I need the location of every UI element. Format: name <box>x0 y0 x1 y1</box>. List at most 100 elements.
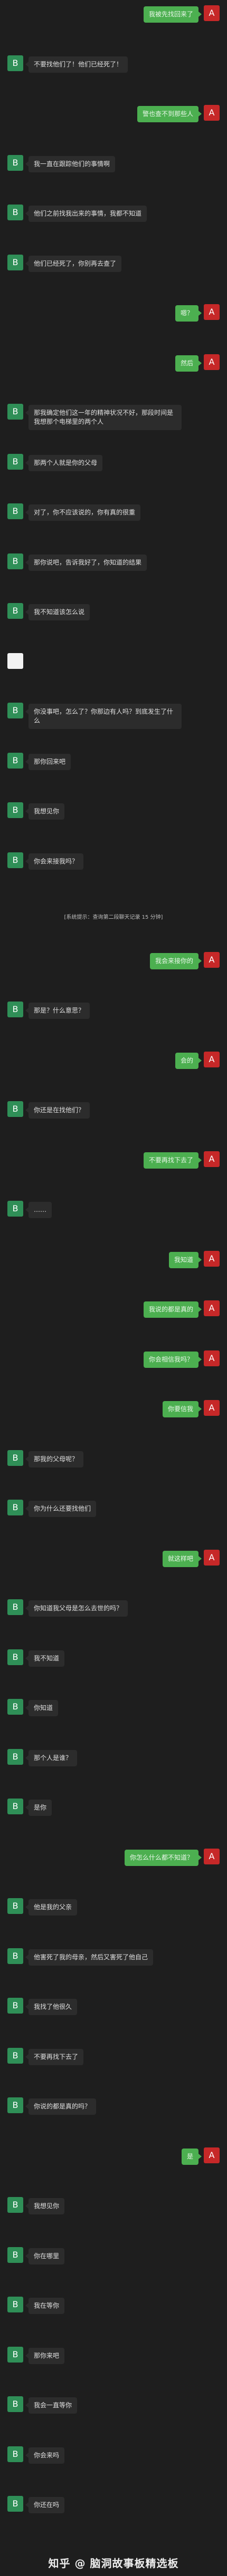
message-bubble-b[interactable]: …… <box>25 1202 52 1218</box>
message-bubble-a[interactable]: 是 <box>181 2149 202 2165</box>
message-bubble-b[interactable]: 那是？什么意思？ <box>25 1003 90 1019</box>
avatar-b[interactable]: B <box>7 55 23 71</box>
avatar-b[interactable]: B <box>7 1749 23 1765</box>
message-bubble-a[interactable]: 你怎么什么都不知道？ <box>124 1850 202 1866</box>
avatar-b[interactable]: B <box>7 2297 23 2312</box>
avatar-b[interactable]: B <box>7 2197 23 2213</box>
message-bubble-b[interactable]: 你还在吗 <box>25 2497 65 2513</box>
avatar-b[interactable] <box>7 653 23 669</box>
message-bubble-b[interactable]: 是你 <box>25 1800 52 1816</box>
message-bubble-a[interactable]: 就这样吧 <box>162 1551 202 1567</box>
avatar-b[interactable]: B <box>7 1649 23 1665</box>
avatar-b[interactable]: B <box>7 1799 23 1814</box>
message-bubble-b[interactable]: 我在等你 <box>25 2298 65 2314</box>
message-bubble-b[interactable]: 我不知道 <box>25 1650 65 1667</box>
avatar-a[interactable]: A <box>204 1300 220 1316</box>
avatar-b[interactable]: B <box>7 1002 23 1017</box>
message-bubble-b[interactable]: 我想见你 <box>25 2198 65 2214</box>
message-bubble-b[interactable]: 你知道我父母是怎么去世的吗？ <box>25 1600 128 1617</box>
message-bubble-b[interactable]: 你为什么还要找他们 <box>25 1501 97 1517</box>
message-bubble-b[interactable]: 那你来吧 <box>25 2348 65 2364</box>
avatar-b[interactable]: B <box>7 503 23 519</box>
system-notice-text: [系统提示：查询第二段聊天记录 15 分钟] <box>64 915 163 920</box>
message-bubble-a[interactable]: 会的 <box>175 1053 202 1069</box>
message-bubble-b[interactable]: 你没事吧，怎么了？你那边有人吗？到底发生了什么 <box>25 704 182 729</box>
message-bubble-b[interactable]: 那我的父母呢？ <box>25 1451 84 1467</box>
avatar-b[interactable]: B <box>7 255 23 270</box>
message-bubble-b[interactable]: 你还是在找他们？ <box>25 1102 90 1119</box>
avatar-b[interactable]: B <box>7 603 23 619</box>
message-bubble-b[interactable]: 你会来吗 <box>25 2447 65 2464</box>
avatar-a[interactable]: A <box>204 1251 220 1267</box>
message-bubble-a[interactable]: 我说的都是真的 <box>143 1301 202 1318</box>
message-bubble-b[interactable]: 我会一直等你 <box>25 2397 78 2414</box>
message-bubble-a[interactable]: 不要再找下去了 <box>143 1152 202 1169</box>
avatar-b[interactable]: B <box>7 802 23 818</box>
message-bubble-a[interactable]: 我被先找回来了 <box>143 6 202 23</box>
avatar-b[interactable]: B <box>7 553 23 569</box>
avatar-b[interactable]: B <box>7 2496 23 2512</box>
avatar-b[interactable]: B <box>7 155 23 171</box>
avatar-b[interactable]: B <box>7 2097 23 2113</box>
message-bubble-b[interactable]: 他是我的父亲 <box>25 1899 78 1916</box>
avatar-a[interactable]: A <box>204 1052 220 1067</box>
avatar-a[interactable]: A <box>204 354 220 370</box>
avatar-b[interactable]: B <box>7 1898 23 1914</box>
message-bubble-a[interactable]: 你会相信我吗？ <box>143 1352 202 1368</box>
avatar-a[interactable]: A <box>204 1350 220 1366</box>
message-bubble-b[interactable]: 那我确定他们这一年的精神状况不好，那段时间是我想那个电梯里的两个人 <box>25 405 182 430</box>
avatar-b[interactable]: B <box>7 404 23 420</box>
avatar-a[interactable]: A <box>204 952 220 968</box>
avatar-b[interactable]: B <box>7 2247 23 2263</box>
avatar-b[interactable]: B <box>7 1948 23 1964</box>
avatar-b[interactable]: B <box>7 852 23 868</box>
message-bubble-b[interactable]: 那你回来吧 <box>25 754 71 770</box>
avatar-b[interactable]: B <box>7 1500 23 1515</box>
avatar-a[interactable]: A <box>204 304 220 320</box>
avatar-a[interactable]: A <box>204 1849 220 1864</box>
message-bubble-b[interactable]: 不要再找下去了 <box>25 2049 84 2065</box>
message-bubble-b[interactable]: 那个人是谁？ <box>25 1750 78 1766</box>
avatar-a[interactable]: A <box>204 5 220 21</box>
message-bubble-b[interactable]: 你说的都是真的吗？ <box>25 2098 97 2115</box>
avatar-b[interactable]: B <box>7 2048 23 2064</box>
avatar-b[interactable]: B <box>7 1201 23 1217</box>
avatar-a[interactable]: A <box>204 1400 220 1416</box>
avatar-b[interactable]: B <box>7 1450 23 1466</box>
message-bubble-b[interactable]: 他们已经死了，你别再去查了 <box>25 256 122 272</box>
avatar-b[interactable]: B <box>7 205 23 220</box>
avatar-a[interactable]: A <box>204 1550 220 1566</box>
message-bubble-b[interactable]: 你知道 <box>25 1700 59 1716</box>
avatar-a[interactable]: A <box>204 2147 220 2163</box>
message-bubble-a[interactable]: 我知道 <box>168 1252 202 1268</box>
avatar-b[interactable]: B <box>7 703 23 718</box>
message-bubble-b[interactable]: 我想见你 <box>25 803 65 820</box>
message-bubble-b[interactable]: 你会来接我吗？ <box>25 853 84 870</box>
message-bubble-b[interactable]: 不要找他们了！他们已经死了！ <box>25 56 128 73</box>
message-bubble-b[interactable]: 我不知道该怎么说 <box>25 604 90 620</box>
avatar-b[interactable]: B <box>7 1998 23 2014</box>
avatar-b[interactable]: B <box>7 1599 23 1615</box>
message-bubble-b[interactable]: 他害死了我的母亲，然后又害死了他自己 <box>25 1949 154 1966</box>
avatar-b[interactable]: B <box>7 1699 23 1715</box>
message-bubble-b[interactable]: 你在哪里 <box>25 2248 65 2264</box>
avatar-b[interactable]: B <box>7 2446 23 2462</box>
avatar-b[interactable]: B <box>7 454 23 470</box>
message-bubble-b[interactable]: 那你说吧，告诉我好了，你知道的结果 <box>25 555 147 571</box>
message-bubble-a[interactable]: 你要信我 <box>162 1401 202 1417</box>
message-bubble-a[interactable]: 警也查不到那些人 <box>137 106 202 122</box>
message-bubble-b[interactable]: 我找了他很久 <box>25 1999 78 2015</box>
message-bubble-b[interactable]: 对了，你不应该说的，你有真的很重 <box>25 504 141 521</box>
avatar-a[interactable]: A <box>204 105 220 121</box>
message-bubble-b[interactable]: 他们之前找我出来的事情，我都不知道 <box>25 206 147 222</box>
message-bubble-a[interactable]: 然后 <box>175 355 202 372</box>
avatar-a[interactable]: A <box>204 1151 220 1167</box>
avatar-b[interactable]: B <box>7 2347 23 2363</box>
message-bubble-b[interactable]: 我一直在跟踪他们的事情啊 <box>25 156 116 172</box>
message-bubble-a[interactable]: 嗯？ <box>175 305 202 322</box>
avatar-b[interactable]: B <box>7 1101 23 1117</box>
avatar-b[interactable]: B <box>7 753 23 769</box>
avatar-b[interactable]: B <box>7 2396 23 2412</box>
message-bubble-b[interactable]: 那两个人就是你的父母 <box>25 455 103 471</box>
message-bubble-a[interactable]: 我会来接你的 <box>149 953 202 969</box>
